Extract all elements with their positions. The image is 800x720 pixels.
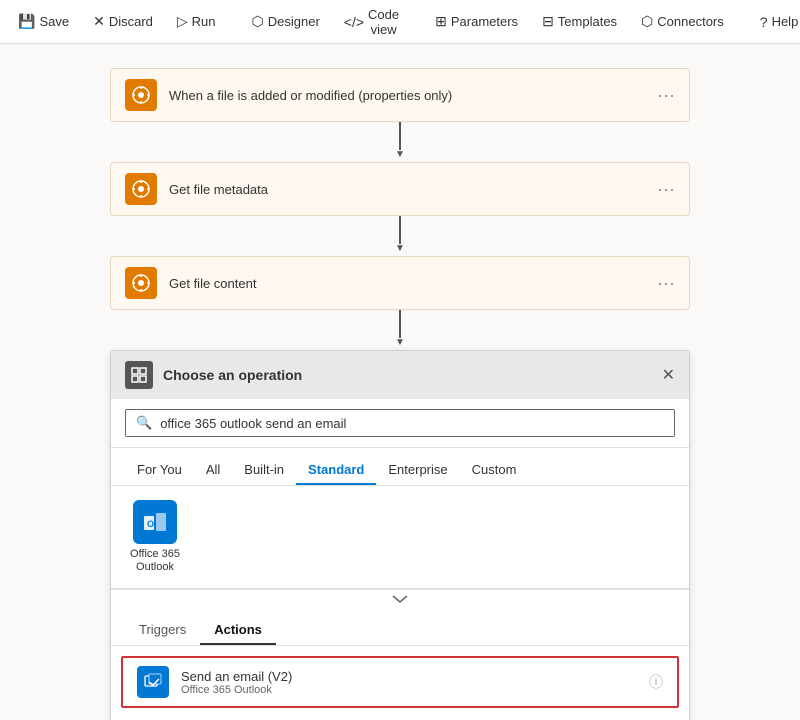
flow-block-3-menu[interactable]: ···	[657, 273, 675, 294]
arrow-3	[110, 310, 690, 338]
category-tabs: For You All Built-in Standard Enterprise…	[111, 448, 689, 486]
action-item-0[interactable]: Send an email (V2) Office 365 Outlook ⓘ	[121, 656, 679, 708]
discard-label: Discard	[109, 14, 153, 29]
code-view-label: Code view	[368, 7, 399, 37]
op-header-icon	[125, 361, 153, 389]
connectors-icon: ⬡	[641, 13, 653, 30]
tab-built-in[interactable]: Built-in	[232, 456, 296, 485]
actions-list: Send an email (V2) Office 365 Outlook ⓘ …	[111, 646, 689, 720]
save-label: Save	[39, 14, 69, 29]
designer-button[interactable]: ⬡ Designer	[242, 7, 330, 36]
action-item-0-title: Send an email (V2)	[181, 669, 637, 684]
flow-block-1-icon	[125, 79, 157, 111]
connector-office365-icon: O	[133, 500, 177, 544]
run-label: Run	[192, 14, 216, 29]
templates-button[interactable]: ⊟ Templates	[532, 7, 627, 36]
op-header: Choose an operation ✕	[111, 351, 689, 399]
connector-office365[interactable]: O Office 365Outlook	[125, 500, 185, 574]
help-label: Help	[772, 14, 799, 29]
connectors-label: Connectors	[657, 14, 723, 29]
help-icon: ?	[760, 14, 768, 30]
parameters-button[interactable]: ⊞ Parameters	[425, 7, 528, 36]
save-button[interactable]: 💾 Save	[8, 7, 79, 36]
tab-all[interactable]: All	[194, 456, 232, 485]
tab-actions[interactable]: Actions	[200, 616, 276, 645]
tab-standard[interactable]: Standard	[296, 456, 376, 485]
arrow-down-3	[399, 310, 401, 338]
help-button[interactable]: ? Help	[750, 8, 800, 36]
designer-label: Designer	[268, 14, 320, 29]
action-item-1[interactable]: Send an email from a shared mailbox (V2)…	[121, 712, 679, 720]
action-item-0-text: Send an email (V2) Office 365 Outlook	[181, 669, 637, 696]
toolbar: 💾 Save ✕ Discard ▷ Run ⬡ Designer </> Co…	[0, 0, 800, 44]
canvas: When a file is added or modified (proper…	[0, 44, 800, 720]
code-view-button[interactable]: </> Code view	[334, 1, 409, 43]
tab-enterprise[interactable]: Enterprise	[376, 456, 459, 485]
arrow-2	[110, 216, 690, 244]
operation-panel: Choose an operation ✕ 🔍 For You All Buil…	[110, 350, 690, 720]
action-item-0-info[interactable]: ⓘ	[649, 672, 663, 692]
arrow-down-2	[399, 216, 401, 244]
flow-block-2-title: Get file metadata	[169, 182, 645, 197]
op-title: Choose an operation	[163, 367, 302, 383]
connector-office365-label: Office 365Outlook	[130, 548, 180, 574]
connectors-button[interactable]: ⬡ Connectors	[631, 7, 734, 36]
arrow-down-1	[399, 122, 401, 150]
op-close-button[interactable]: ✕	[662, 365, 675, 385]
tab-for-you[interactable]: For You	[125, 456, 194, 485]
flow-block-2[interactable]: Get file metadata ···	[110, 162, 690, 216]
action-item-0-icon	[137, 666, 169, 698]
action-item-0-subtitle: Office 365 Outlook	[181, 684, 637, 696]
connectors-area: O Office 365Outlook	[111, 486, 689, 589]
tab-triggers[interactable]: Triggers	[125, 616, 200, 645]
flow-block-3-icon	[125, 267, 157, 299]
parameters-icon: ⊞	[435, 13, 447, 30]
trigger-action-tabs: Triggers Actions	[111, 608, 689, 646]
designer-icon: ⬡	[252, 13, 264, 30]
parameters-label: Parameters	[451, 14, 518, 29]
save-icon: 💾	[18, 13, 35, 30]
collapse-button[interactable]	[111, 589, 689, 608]
search-input-wrap: 🔍	[125, 409, 675, 437]
discard-button[interactable]: ✕ Discard	[83, 7, 163, 36]
flow-block-1-menu[interactable]: ···	[657, 85, 675, 106]
svg-text:O: O	[147, 519, 154, 529]
op-header-left: Choose an operation	[125, 361, 302, 389]
code-icon: </>	[344, 14, 364, 30]
discard-icon: ✕	[93, 13, 105, 30]
arrow-1	[110, 122, 690, 150]
run-button[interactable]: ▷ Run	[167, 7, 226, 36]
flow-block-1-title: When a file is added or modified (proper…	[169, 88, 645, 103]
flow-block-3-title: Get file content	[169, 276, 645, 291]
flow-block-2-icon	[125, 173, 157, 205]
templates-label: Templates	[558, 14, 617, 29]
flow-block-3[interactable]: Get file content ···	[110, 256, 690, 310]
tab-custom[interactable]: Custom	[460, 456, 529, 485]
search-box: 🔍	[111, 399, 689, 448]
flow-block-2-menu[interactable]: ···	[657, 179, 675, 200]
search-icon: 🔍	[136, 415, 152, 431]
search-input[interactable]	[160, 416, 664, 431]
run-icon: ▷	[177, 13, 188, 30]
templates-icon: ⊟	[542, 13, 554, 30]
flow-block-1[interactable]: When a file is added or modified (proper…	[110, 68, 690, 122]
